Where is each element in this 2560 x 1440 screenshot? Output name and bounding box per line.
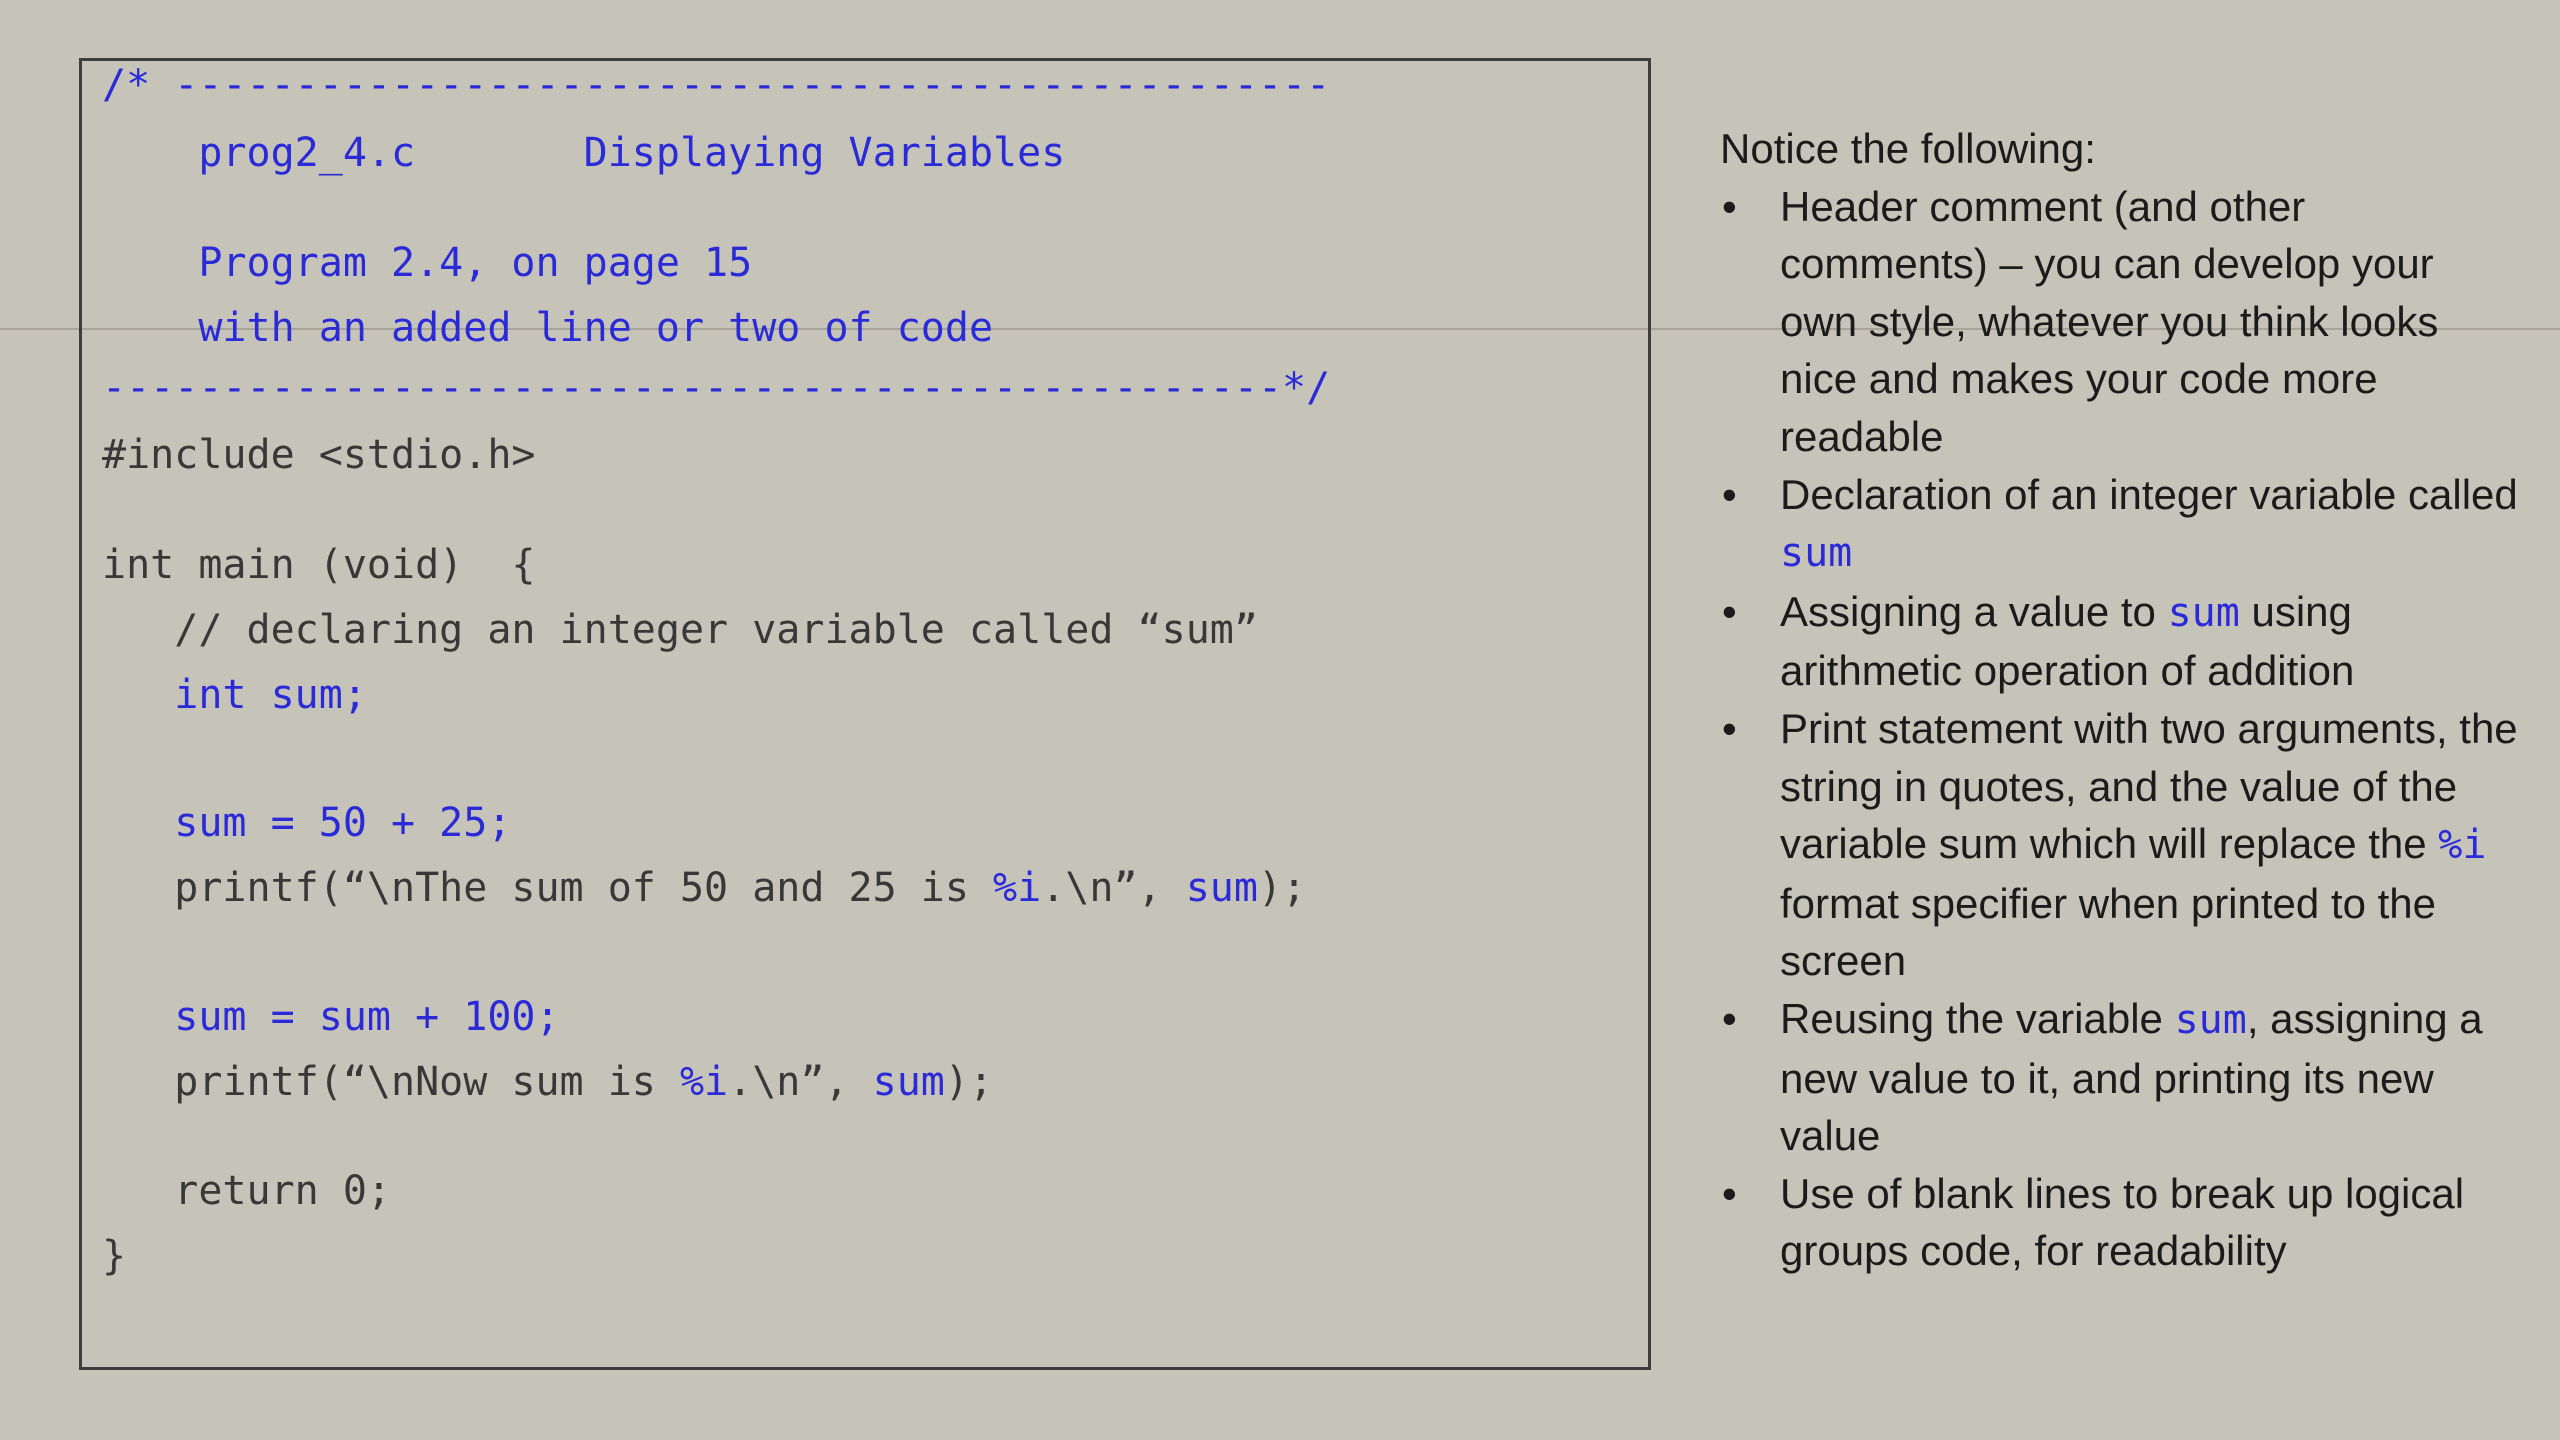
code-line: sum = sum + 100; — [102, 993, 560, 1041]
code-line: int sum; — [102, 671, 367, 719]
list-item: • Print statement with two arguments, the… — [1720, 700, 2520, 990]
code-token: prog2_4.c Displaying Variables — [102, 130, 1066, 176]
code-token: /* -------------------------------------… — [102, 62, 1331, 108]
code-line: sum = 50 + 25; — [102, 799, 511, 847]
code-token: sum — [1185, 865, 1258, 911]
list-item: • Assigning a value to sum using arithmet… — [1720, 583, 2520, 700]
inline-code: sum — [2174, 996, 2247, 1043]
code-line: /* -------------------------------------… — [102, 61, 1330, 109]
bullet-icon: • — [1722, 587, 1737, 635]
code-token: printf(“\nThe sum of 50 and 25 is — [102, 865, 994, 911]
slide: /* -------------------------------------… — [0, 0, 2560, 1440]
list-item: • Declaration of an integer variable call… — [1720, 466, 2520, 583]
code-token: // declaring an integer variable called … — [102, 607, 1258, 653]
code-token: .\n”, — [1041, 865, 1186, 911]
bullet-text-segment: Header comment (and other comments) – yo… — [1780, 182, 2439, 460]
bullet-text: Use of blank lines to break up logical g… — [1780, 1170, 2464, 1275]
code-token: ); — [944, 1059, 994, 1105]
code-token: #include <stdio.h> — [102, 432, 536, 478]
code-line: ----------------------------------------… — [102, 364, 1330, 412]
bullet-text-segment: Print statement with two arguments, the … — [1780, 704, 2518, 868]
code-line: } — [102, 1232, 126, 1280]
code-token: int sum; — [102, 672, 367, 718]
code-token: ); — [1257, 865, 1307, 911]
code-line: Program 2.4, on page 15 — [102, 239, 752, 287]
bullet-text-segment: Use of blank lines to break up logical g… — [1780, 1169, 2465, 1275]
code-token: %i — [679, 1059, 729, 1105]
bullet-text: Reusing the variable sum, assigning a ne… — [1780, 995, 2483, 1159]
bullet-text: Header comment (and other comments) – yo… — [1780, 183, 2438, 460]
code-token: %i — [993, 865, 1042, 911]
bullet-text: Print statement with two arguments, the … — [1780, 705, 2518, 984]
code-token: sum = 50 + 25; — [102, 800, 512, 846]
code-line: // declaring an integer variable called … — [102, 606, 1258, 654]
inline-code: sum — [1780, 530, 1853, 577]
code-line: printf(“\nThe sum of 50 and 25 is %i.\n”… — [102, 864, 1306, 912]
list-item: • Use of blank lines to break up logical … — [1720, 1165, 2520, 1280]
bullet-icon: • — [1722, 994, 1737, 1042]
bullet-icon: • — [1722, 1169, 1737, 1217]
code-line: #include <stdio.h> — [102, 431, 535, 479]
inline-code: sum — [2167, 589, 2240, 636]
code-token: sum — [872, 1059, 945, 1105]
code-token: with an added line or two of code — [102, 305, 994, 351]
code-token: int main (void) { — [102, 542, 536, 588]
bullet-text: Assigning a value to sum using arithmeti… — [1780, 588, 2354, 695]
bullet-text-segment: Reusing the variable — [1780, 994, 2175, 1042]
notes-bullet-list: • Header comment (and other comments) – y… — [1720, 178, 2520, 1280]
bullet-icon: • — [1722, 470, 1737, 518]
code-line: prog2_4.c Displaying Variables — [102, 129, 1065, 177]
notes-title: Notice the following: — [1720, 125, 2096, 172]
code-token: } — [102, 1233, 127, 1279]
code-token: printf(“\nNow sum is — [102, 1059, 680, 1105]
bullet-text: Declaration of an integer variable calle… — [1780, 470, 2518, 577]
bullet-text-segment: Assigning a value to — [1780, 587, 2168, 635]
code-token: sum = sum + 100; — [102, 994, 560, 1040]
inline-code: %i — [2438, 822, 2487, 869]
list-item: • Header comment (and other comments) – y… — [1720, 178, 2520, 466]
list-item: • Reusing the variable sum, assigning a n… — [1720, 990, 2520, 1165]
code-listing-box: /* -------------------------------------… — [79, 58, 1651, 1370]
code-line: return 0; — [102, 1167, 391, 1215]
notes-panel: Notice the following: • Header comment (a… — [1720, 120, 2520, 1280]
bullet-icon: • — [1722, 704, 1737, 752]
code-line: printf(“\nNow sum is %i.\n”, sum); — [102, 1058, 993, 1106]
bullet-icon: • — [1722, 182, 1737, 230]
code-line: int main (void) { — [102, 541, 535, 589]
code-token: .\n”, — [728, 1059, 873, 1105]
code-token: ----------------------------------------… — [102, 365, 1331, 411]
code-line: with an added line or two of code — [102, 304, 993, 352]
bullet-text-segment: format specifier when printed to the scr… — [1780, 879, 2437, 985]
code-token: Program 2.4, on page 15 — [102, 240, 753, 286]
bullet-text-segment: Declaration of an integer variable calle… — [1780, 470, 2518, 518]
code-token: return 0; — [102, 1168, 391, 1214]
